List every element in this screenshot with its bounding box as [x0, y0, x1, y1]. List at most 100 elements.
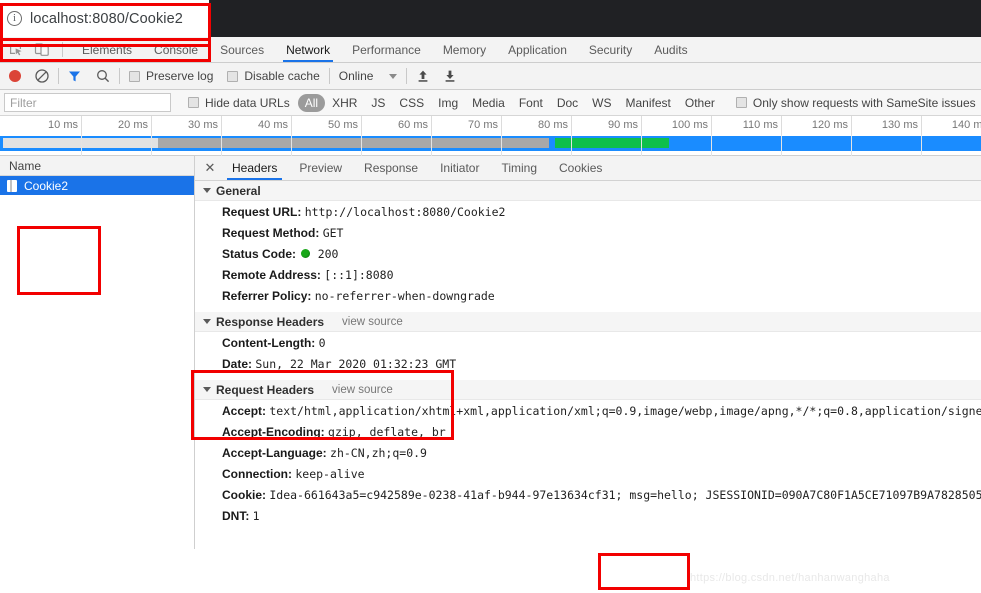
tab-console[interactable]: Console [143, 37, 209, 62]
request-row-cookie: Cookie: Idea-661643a5=c942589e-0238-41af… [195, 484, 981, 505]
row-value: no-referrer-when-downgrade [314, 288, 495, 303]
type-filter-font[interactable]: Font [512, 94, 550, 112]
row-key: Request URL: [222, 204, 302, 219]
devtools-main-tabs: Elements Console Sources Network Perform… [71, 37, 699, 62]
row-value: Sun, 22 Mar 2020 01:32:23 GMT [255, 356, 457, 371]
request-row-accept: Accept: text/html,application/xhtml+xml,… [195, 400, 981, 421]
network-overview[interactable]: 10 ms 20 ms 30 ms 40 ms 50 ms 60 ms 70 ms 80 ms… [0, 116, 981, 156]
general-row-request-method: Request Method: GET [195, 222, 981, 243]
type-filter-css[interactable]: CSS [392, 94, 431, 112]
samesite-issues-checkbox[interactable]: Only show requests with SameSite issues [735, 96, 976, 110]
tab-network[interactable]: Network [275, 37, 341, 62]
general-row-status-code: Status Code: 200 [195, 243, 981, 264]
search-button[interactable] [96, 63, 110, 89]
overview-gridline [361, 135, 362, 156]
type-filter-xhr[interactable]: XHR [325, 94, 364, 112]
section-request-headers-header[interactable]: Request Headers view source [195, 380, 981, 400]
type-filter-all[interactable]: All [297, 93, 326, 112]
type-filter-media[interactable]: Media [465, 94, 512, 112]
timeline-tick: 80 ms [538, 116, 572, 135]
row-value: keep-alive [295, 466, 365, 481]
timeline-tick: 30 ms [188, 116, 222, 135]
tab-audits[interactable]: Audits [643, 37, 698, 62]
address-bar-url: localhost:8080/Cookie2 [30, 10, 183, 27]
request-row-cookie2[interactable]: Cookie2 [0, 176, 194, 195]
request-row-dnt: DNT: 1 [195, 505, 981, 526]
general-row-remote-address: Remote Address: [::1]:8080 [195, 264, 981, 285]
type-filter-doc[interactable]: Doc [550, 94, 585, 112]
requests-column-header[interactable]: Name [0, 156, 194, 176]
tab-security[interactable]: Security [578, 37, 643, 62]
close-icon[interactable]: ✕ [199, 156, 221, 180]
export-har-button[interactable] [443, 63, 457, 89]
request-detail-pane: ✕ Headers Preview Response Initiator Tim… [195, 156, 981, 549]
record-icon [9, 70, 21, 82]
headers-body: General Request URL: http://localhost:80… [195, 181, 981, 526]
device-toolbar-icon[interactable] [34, 42, 50, 57]
request-view-source-link[interactable]: view source [332, 384, 393, 396]
import-har-button[interactable] [416, 63, 430, 89]
detail-tab-initiator-label: Initiator [440, 161, 480, 175]
overview-gridline [711, 135, 712, 156]
clear-button[interactable] [35, 63, 49, 89]
type-filter-other[interactable]: Other [678, 94, 722, 112]
tab-performance-label: Performance [352, 42, 421, 57]
triangle-down-icon [203, 387, 211, 392]
tab-elements[interactable]: Elements [71, 37, 143, 62]
detail-tab-preview[interactable]: Preview [288, 156, 353, 180]
row-key: Referrer Policy: [222, 288, 312, 303]
timeline-tick: 20 ms [118, 116, 152, 135]
timeline-tick: 10 ms [48, 116, 82, 135]
row-value: 0 [318, 335, 326, 350]
address-bar[interactable]: i localhost:8080/Cookie2 [0, 0, 209, 37]
tab-sources[interactable]: Sources [209, 37, 275, 62]
row-key: Date: [222, 356, 253, 371]
timeline-tick-label: 120 ms [811, 119, 848, 131]
status-ok-dot-icon [301, 248, 311, 258]
section-response-headers-header[interactable]: Response Headers view source [195, 312, 981, 332]
checkbox-box [129, 70, 140, 82]
row-value: zh-CN,zh;q=0.9 [330, 445, 427, 460]
toolbar-divider [328, 68, 330, 84]
detail-tab-headers-label: Headers [232, 161, 278, 175]
row-value: [::1]:8080 [324, 267, 394, 282]
tab-console-label: Console [154, 42, 199, 57]
tab-application[interactable]: Application [497, 37, 578, 62]
tab-security-label: Security [588, 42, 633, 57]
record-button[interactable] [9, 63, 21, 89]
type-filter-img[interactable]: Img [431, 94, 465, 112]
response-view-source-link[interactable]: view source [342, 316, 403, 328]
section-general-title: General [216, 183, 261, 198]
detail-tab-cookies[interactable]: Cookies [548, 156, 613, 180]
throttling-select[interactable]: Online [339, 63, 398, 89]
filter-toggle-button[interactable] [68, 63, 81, 89]
info-circle-icon[interactable]: i [7, 11, 22, 26]
detail-tabstrip: ✕ Headers Preview Response Initiator Tim… [195, 156, 981, 181]
type-filter-manifest[interactable]: Manifest [619, 94, 678, 112]
tab-performance[interactable]: Performance [341, 37, 432, 62]
requests-list-pane: Name Cookie2 [0, 156, 195, 549]
tab-memory-label: Memory [442, 42, 487, 57]
column-header-name: Name [9, 158, 42, 173]
detail-tab-timing[interactable]: Timing [490, 156, 548, 180]
timeline-tick-label: 90 ms [608, 119, 638, 131]
row-value: Idea-661643a5=c942589e-0238-41af-b944-97… [269, 487, 981, 502]
row-key: Accept-Language: [222, 445, 327, 460]
network-panes: Name Cookie2 ✕ Headers Preview Response … [0, 156, 981, 549]
request-row-connection: Connection: keep-alive [195, 463, 981, 484]
filter-input[interactable] [4, 93, 171, 112]
detail-tab-initiator[interactable]: Initiator [429, 156, 490, 180]
detail-tab-headers[interactable]: Headers [221, 156, 288, 180]
disable-cache-checkbox[interactable]: Disable cache [227, 63, 320, 89]
inspect-element-icon[interactable] [8, 42, 24, 57]
hide-data-urls-checkbox[interactable]: Hide data URLs [188, 96, 290, 110]
timeline-tick: 50 ms [328, 116, 362, 135]
detail-tab-response[interactable]: Response [353, 156, 429, 180]
preserve-log-checkbox[interactable]: Preserve log [129, 63, 213, 89]
type-filter-ws[interactable]: WS [585, 94, 618, 112]
section-general-header[interactable]: General [195, 181, 981, 201]
type-filter-js[interactable]: JS [364, 94, 392, 112]
triangle-down-icon [203, 319, 211, 324]
tab-memory[interactable]: Memory [432, 37, 497, 62]
timeline-tick-label: 40 ms [258, 119, 288, 131]
